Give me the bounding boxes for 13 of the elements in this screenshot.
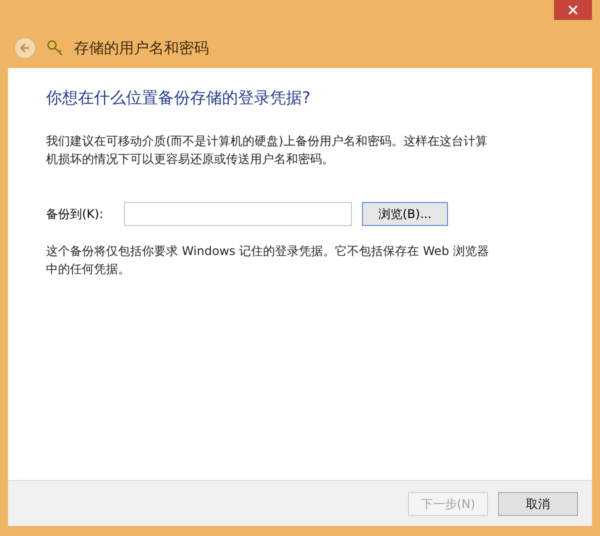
backup-path-field[interactable] <box>124 202 352 226</box>
window-title: 存储的用户名和密码 <box>74 38 209 59</box>
footer-button[interactable]: 取消 <box>498 492 578 516</box>
backup-label: 备份到(K): <box>46 206 104 223</box>
intro-text: 我们建议在可移动介质(而不是计算机的硬盘)上备份用户名和密码。这样在这台计算机损坏的情况下可以更容易还原或传送用户名和密码。 <box>46 133 488 168</box>
note-text: 这个备份将仅包括你要求 Windows 记住的登录凭据。它不包括保存在 Web 浏览器中的任何凭据。 <box>46 243 490 278</box>
key-icon <box>46 39 64 57</box>
heading: 你想在什么位置备份存储的登录凭据? <box>46 87 312 109</box>
browse-button[interactable]: 浏览(B)... <box>362 202 448 226</box>
close-icon <box>568 5 578 15</box>
back-button[interactable] <box>14 37 36 59</box>
close-button[interactable] <box>554 0 592 20</box>
back-arrow-icon <box>19 42 31 54</box>
